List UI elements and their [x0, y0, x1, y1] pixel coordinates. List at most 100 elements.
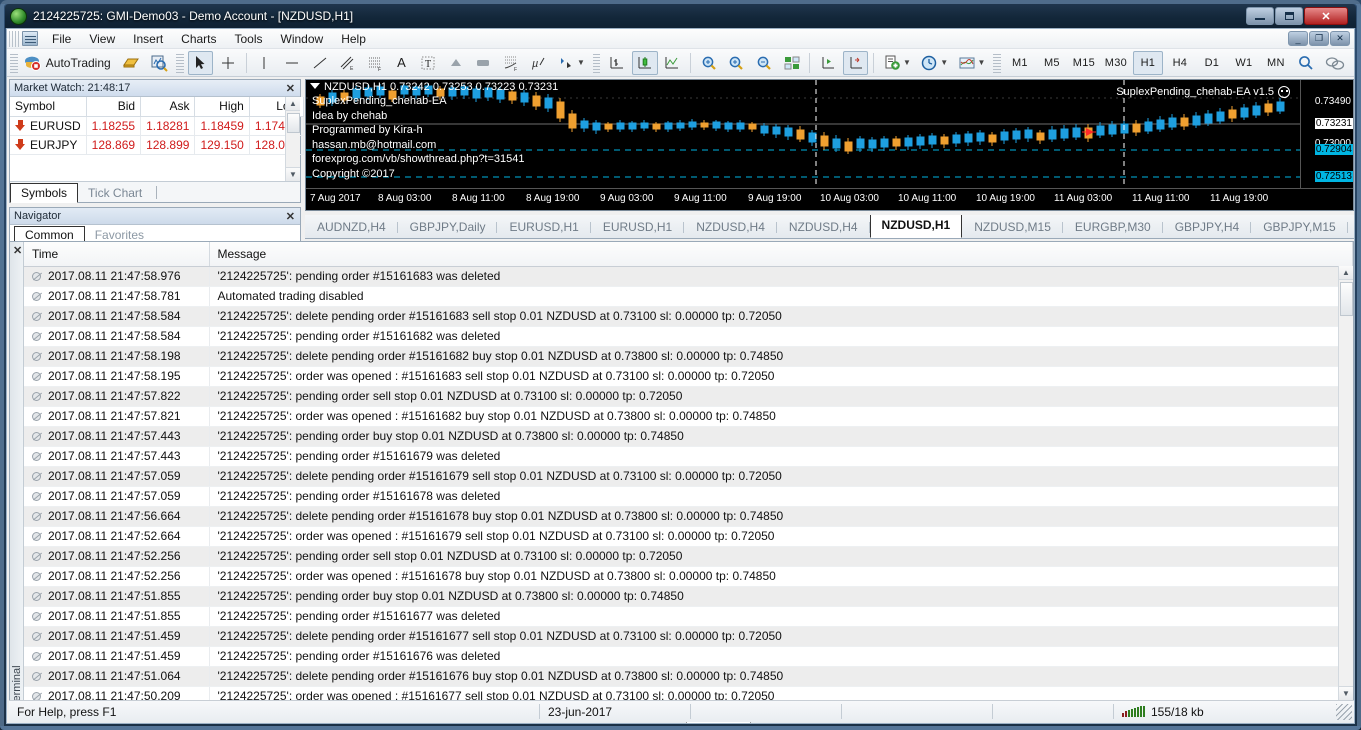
rectangle-shape-tool[interactable]	[471, 51, 497, 75]
crosshair-tool[interactable]	[215, 51, 241, 75]
toolbar-grip-4[interactable]	[993, 53, 1001, 73]
mdi-restore-button[interactable]: ❐	[1309, 31, 1329, 46]
close-icon[interactable]: ✕	[13, 244, 22, 257]
table-row[interactable]: 2017.08.11 21:47:52.256'2124225725': ord…	[24, 566, 1353, 586]
toolbar-grip-2[interactable]	[176, 53, 184, 73]
periods-button[interactable]: ▼	[917, 51, 952, 75]
time-scale[interactable]: 7 Aug 2017 8 Aug 03:00 8 Aug 11:00 8 Aug…	[306, 188, 1353, 210]
table-row[interactable]: 2017.08.11 21:47:51.855'2124225725': pen…	[24, 606, 1353, 626]
chart-tab-nzdusd-h1[interactable]: NZDUSD,H1	[870, 215, 963, 238]
table-row[interactable]: 2017.08.11 21:47:51.459'2124225725': pen…	[24, 646, 1353, 666]
table-row[interactable]: 2017.08.11 21:47:57.443'2124225725': pen…	[24, 426, 1353, 446]
chart-tab-eurusd-h1-b[interactable]: EURUSD,H1	[591, 217, 684, 238]
trendline-tool[interactable]	[307, 51, 333, 75]
menu-charts[interactable]: Charts	[172, 30, 225, 48]
table-row[interactable]: 2017.08.11 21:47:52.256'2124225725': pen…	[24, 546, 1353, 566]
fibonacci-tool[interactable]: F	[362, 51, 388, 75]
maximize-button[interactable]	[1275, 7, 1303, 25]
timeframe-m30[interactable]: M30	[1101, 51, 1131, 75]
chart-tab-eurgbp-m30[interactable]: EURGBP,M30	[1063, 217, 1163, 238]
tile-windows-button[interactable]	[779, 51, 805, 75]
timeframe-mn[interactable]: MN	[1261, 51, 1291, 75]
table-row[interactable]: 2017.08.11 21:47:51.459'2124225725': del…	[24, 626, 1353, 646]
timeframe-m5[interactable]: M5	[1037, 51, 1067, 75]
close-icon[interactable]: ✕	[286, 210, 295, 223]
toolbar-grip-3[interactable]	[593, 53, 601, 73]
scroll-up-icon[interactable]: ▲	[1339, 266, 1353, 280]
scroll-up-icon[interactable]: ▲	[286, 97, 300, 111]
autotrading-button[interactable]: AutoTrading	[22, 51, 117, 75]
chart-tab-scroll-left-icon[interactable]: ◄	[1348, 225, 1354, 235]
table-row[interactable]: 2017.08.11 21:47:58.195'2124225725': ord…	[24, 366, 1353, 386]
zoom-in-button[interactable]	[724, 51, 750, 75]
tab-favorites[interactable]: Favorites	[85, 227, 154, 242]
mdi-close-button[interactable]: ✕	[1330, 31, 1350, 46]
chart-window[interactable]: NZDUSD,H1 0.73242 0.73253 0.73223 0.7323…	[305, 79, 1354, 211]
objects-list-button[interactable]: ▼	[553, 51, 588, 75]
market-watch-scrollbar[interactable]: ▲ ▼	[285, 97, 300, 181]
table-row[interactable]: 2017.08.11 21:47:56.664'2124225725': del…	[24, 506, 1353, 526]
search-button[interactable]	[1293, 51, 1319, 75]
scroll-down-icon[interactable]: ▼	[1339, 686, 1353, 700]
column-ask[interactable]: Ask	[141, 97, 195, 116]
column-bid[interactable]: Bid	[86, 97, 140, 116]
table-row[interactable]: 2017.08.11 21:47:51.064'2124225725': del…	[24, 666, 1353, 686]
bar-chart-button[interactable]	[604, 51, 630, 75]
horizontal-line-tool[interactable]	[279, 51, 305, 75]
timeframe-m1[interactable]: M1	[1005, 51, 1035, 75]
templates-button[interactable]: ▼	[954, 51, 989, 75]
table-row[interactable]: 2017.08.11 21:47:57.821'2124225725': ord…	[24, 406, 1353, 426]
timeframe-h1[interactable]: H1	[1133, 51, 1163, 75]
timeframe-h4[interactable]: H4	[1165, 51, 1195, 75]
timeframe-m15[interactable]: M15	[1069, 51, 1099, 75]
menu-insert[interactable]: Insert	[124, 30, 172, 48]
menu-grip[interactable]	[9, 31, 19, 47]
market-watch-row[interactable]: EURUSD 1.18255 1.18281 1.18459 1.17474	[10, 116, 304, 135]
tab-tick-chart[interactable]: Tick Chart	[78, 184, 152, 202]
line-chart-button[interactable]	[660, 51, 686, 75]
chart-tab-nzdusd-m15[interactable]: NZDUSD,M15	[962, 217, 1063, 238]
table-row[interactable]: 2017.08.11 21:47:57.059'2124225725': pen…	[24, 486, 1353, 506]
table-row[interactable]: 2017.08.11 21:47:57.443'2124225725': pen…	[24, 446, 1353, 466]
zoom-out-button[interactable]	[751, 51, 777, 75]
table-row[interactable]: 2017.08.11 21:47:51.855'2124225725': pen…	[24, 586, 1353, 606]
table-row[interactable]: 2017.08.11 21:47:58.781Automated trading…	[24, 286, 1353, 306]
table-row[interactable]: 2017.08.11 21:47:58.976'2124225725': pen…	[24, 266, 1353, 286]
price-scale[interactable]: 0.73490 0.73231 0.73000 0.72904 0.72513	[1300, 80, 1353, 188]
menu-help[interactable]: Help	[332, 30, 375, 48]
chart-tab-nzdusd-h4-a[interactable]: NZDUSD,H4	[684, 217, 777, 238]
indicators-button[interactable]: ▼	[879, 51, 914, 75]
column-symbol[interactable]: Symbol	[10, 97, 86, 116]
market-watch-row[interactable]: EURJPY 128.869 128.899 129.150 128.036	[10, 135, 304, 154]
strategy-tester-button[interactable]	[146, 51, 172, 75]
table-row[interactable]: 2017.08.11 21:47:50.209'2124225725': ord…	[24, 686, 1353, 700]
timeframe-w1[interactable]: W1	[1229, 51, 1259, 75]
resize-grip[interactable]	[1336, 704, 1352, 720]
text-tool[interactable]: A	[390, 51, 414, 75]
table-row[interactable]: 2017.08.11 21:47:58.198'2124225725': del…	[24, 346, 1353, 366]
chevron-down-icon[interactable]	[310, 83, 320, 89]
chart-tab-nzdusd-h4-b[interactable]: NZDUSD,H4	[777, 217, 870, 238]
table-row[interactable]: 2017.08.11 21:47:58.584'2124225725': del…	[24, 306, 1353, 326]
table-row[interactable]: 2017.08.11 21:47:58.584'2124225725': pen…	[24, 326, 1353, 346]
cursor-tool[interactable]	[188, 51, 214, 75]
scroll-down-icon[interactable]: ▼	[286, 167, 300, 181]
column-message[interactable]: Message	[209, 242, 1353, 266]
table-row[interactable]: 2017.08.11 21:47:57.059'2124225725': del…	[24, 466, 1353, 486]
table-row[interactable]: 2017.08.11 21:47:57.822'2124225725': pen…	[24, 386, 1353, 406]
chart-shift-button[interactable]	[843, 51, 869, 75]
equidistant-channel-tool[interactable]: E	[334, 51, 360, 75]
scrollbar-thumb[interactable]	[1340, 282, 1353, 316]
table-row[interactable]: 2017.08.11 21:47:52.664'2124225725': ord…	[24, 526, 1353, 546]
scrollbar-thumb[interactable]	[287, 113, 300, 133]
vertical-line-tool[interactable]	[252, 51, 278, 75]
menu-view[interactable]: View	[80, 30, 124, 48]
menu-file[interactable]: File	[43, 30, 80, 48]
chart-tab-audnzd-h4[interactable]: AUDNZD,H4	[305, 217, 398, 238]
chart-tab-gbpjpy-m15[interactable]: GBPJPY,M15	[1251, 217, 1347, 238]
menu-tools[interactable]: Tools	[226, 30, 272, 48]
tab-common[interactable]: Common	[14, 226, 85, 242]
chart-tab-eurusd-h1-a[interactable]: EURUSD,H1	[497, 217, 590, 238]
column-high[interactable]: High	[195, 97, 249, 116]
minimize-button[interactable]	[1246, 7, 1274, 25]
